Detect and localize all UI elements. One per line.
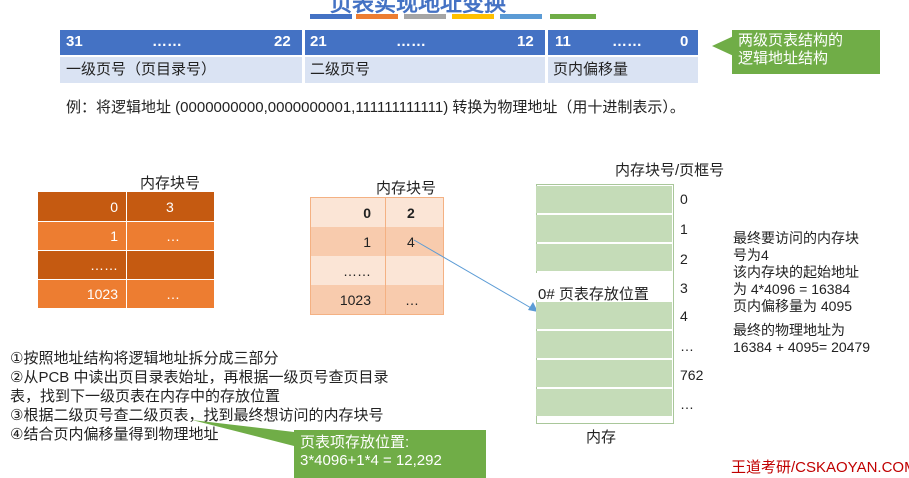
- memory-block-number: 2: [680, 251, 688, 267]
- memory-block: [536, 389, 672, 416]
- table2-caption: 内存块号: [376, 180, 437, 197]
- page-table-slot-label: 0# 页表存放位置: [538, 286, 649, 303]
- memory-block: [536, 186, 672, 213]
- title-underline-lightblue: [500, 14, 542, 19]
- example-text: 例：将逻辑地址 (0000000000,0000000001,111111111…: [66, 99, 685, 116]
- memory-block: [536, 215, 672, 242]
- table1-caption: 内存块号: [140, 175, 201, 192]
- memory-block-number: 4: [680, 308, 688, 324]
- title-underline-green: [550, 14, 596, 19]
- memory-block: [536, 331, 672, 358]
- address-bits-header: 31 …… 22 21 …… 12 11 …… 0: [60, 30, 698, 55]
- title-underline-orange: [356, 14, 398, 19]
- footer-brand: 王道考研/CSKAOYAN.COM: [731, 459, 909, 476]
- memory-block-number: 762: [680, 367, 704, 383]
- memory-block: [536, 302, 672, 329]
- field-label-offset: 页内偏移量: [545, 57, 698, 83]
- address-structure-callout: 两级页表结构的 逻辑地址结构: [732, 30, 880, 74]
- page-directory-table: 0 3 1 … …… 1023 …: [38, 192, 214, 308]
- memory-caption: 内存块号/页框号: [615, 162, 725, 179]
- title-underline-blue: [310, 14, 352, 19]
- callout-pointer: [192, 420, 294, 446]
- entry-location-callout: 页表项存放位置: 3*4096+1*4 = 12,292: [294, 430, 486, 478]
- field-label-level1: 一级页号（页目录号）: [60, 57, 308, 83]
- memory-footer: 内存: [586, 429, 617, 446]
- memory-block-number: 3: [680, 280, 688, 296]
- lookup-arrow: [413, 239, 539, 313]
- title-underline-gray: [404, 14, 446, 19]
- title-underline-yellow: [452, 14, 494, 19]
- memory-block-number: 1: [680, 221, 688, 237]
- field-divider: [302, 30, 305, 83]
- memory-block: [536, 244, 672, 271]
- memory-block-number: …: [680, 396, 694, 412]
- memory-block-number: …: [680, 338, 694, 354]
- memory-block: [536, 360, 672, 387]
- memory-block-number: 0: [680, 191, 688, 207]
- result-explanation: 最终要访问的内存块 号为4 该内存块的起始地址 为 4*4096 = 16384…: [733, 230, 871, 355]
- field-label-level2: 二级页号: [302, 57, 553, 83]
- field-divider: [545, 30, 548, 83]
